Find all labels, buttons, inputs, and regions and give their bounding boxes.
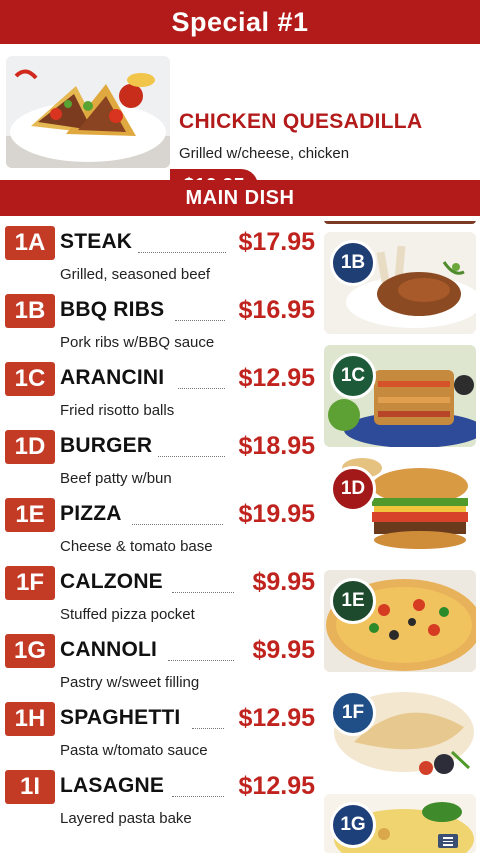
leader-dots [168, 660, 234, 661]
item-code: 1E [5, 498, 55, 532]
item-price: $19.95 [238, 500, 315, 528]
item-description: Pasta w/tomato sauce [60, 742, 208, 759]
section-header: MAIN DISH [0, 180, 480, 216]
leader-dots [138, 252, 226, 253]
photo-badge: 1F [330, 690, 376, 736]
item-price: $9.95 [252, 568, 315, 596]
item-price: $12.95 [238, 364, 315, 392]
item-name: SPAGHETTI [60, 706, 181, 729]
item-price: $17.95 [238, 228, 315, 256]
menu-item: 1H SPAGHETTI $12.95 Pasta w/tomato sauce [0, 700, 318, 768]
special-item-description: Grilled w/cheese, chicken [179, 145, 350, 162]
item-code: 1A [5, 226, 55, 260]
menu-item: 1C ARANCINI $12.95 Fried risotto balls [0, 360, 318, 428]
item-code: 1F [5, 566, 55, 600]
photo-badge: 1B [330, 240, 376, 286]
photo-badge: 1C [330, 353, 376, 399]
quesadilla-photo [6, 56, 170, 168]
photo-badge: 1E [330, 578, 376, 624]
item-price: $18.95 [238, 432, 315, 460]
item-description: Layered pasta bake [60, 810, 192, 827]
item-name: ARANCINI [60, 366, 165, 389]
item-name: LASAGNE [60, 774, 165, 797]
item-code: 1C [5, 362, 55, 396]
item-name: STEAK [60, 230, 133, 253]
menu-item: 1B BBQ RIBS $16.95 Pork ribs w/BBQ sauce [0, 292, 318, 360]
leader-dots [132, 524, 223, 525]
menu-item: 1A STEAK $17.95 Grilled, seasoned beef [0, 224, 318, 292]
item-description: Pork ribs w/BBQ sauce [60, 334, 215, 351]
item-name: BBQ RIBS [60, 298, 165, 321]
item-code: 1D [5, 430, 55, 464]
leader-dots [192, 728, 224, 729]
leader-dots [172, 592, 234, 593]
item-name: CALZONE [60, 570, 163, 593]
arancini-photo: 1C [324, 345, 476, 447]
item-name: BURGER [60, 434, 153, 457]
item-description: Grilled, seasoned beef [60, 266, 211, 283]
page-title: Special #1 [0, 0, 480, 44]
item-description: Pastry w/sweet filling [60, 674, 200, 691]
item-description: Cheese & tomato base [60, 538, 213, 555]
hamburger-menu-icon[interactable] [438, 834, 458, 848]
menu-item: 1G CANNOLI $9.95 Pastry w/sweet filling [0, 632, 318, 700]
burger-photo: 1D [324, 458, 476, 560]
photo-badge: 1D [330, 466, 376, 512]
cropped-photo [324, 216, 476, 224]
item-price: $16.95 [238, 296, 315, 324]
item-price: $12.95 [238, 772, 315, 800]
menu-item: 1F CALZONE $9.95 Stuffed pizza pocket [0, 564, 318, 632]
item-description: Stuffed pizza pocket [60, 606, 195, 623]
item-code: 1B [5, 294, 55, 328]
item-price: $12.95 [238, 704, 315, 732]
cannoli-photo: 1G [324, 794, 476, 853]
photo-badge: 1G [330, 802, 376, 848]
menu-item: 1E PIZZA $19.95 Cheese & tomato base [0, 496, 318, 564]
calzone-photo: 1F [324, 682, 476, 784]
leader-dots [158, 456, 225, 457]
item-code: 1H [5, 702, 55, 736]
special-item-name: CHICKEN QUESADILLA [179, 110, 423, 133]
pizza-photo: 1E [324, 570, 476, 672]
leader-dots [172, 796, 224, 797]
item-code: 1I [5, 770, 55, 804]
item-description: Fried risotto balls [60, 402, 175, 419]
item-description: Beef patty w/bun [60, 470, 172, 487]
bbq-ribs-photo: 1B [324, 232, 476, 334]
item-code: 1G [5, 634, 55, 668]
special-feature: CHICKEN QUESADILLA Grilled w/cheese, chi… [0, 44, 480, 203]
leader-dots [178, 388, 225, 389]
menu-item: 1I LASAGNE $12.95 Layered pasta bake [0, 768, 318, 836]
leader-dots [175, 320, 225, 321]
item-name: CANNOLI [60, 638, 158, 661]
menu-item: 1D BURGER $18.95 Beef patty w/bun [0, 428, 318, 496]
item-price: $9.95 [252, 636, 315, 664]
item-name: PIZZA [60, 502, 122, 525]
